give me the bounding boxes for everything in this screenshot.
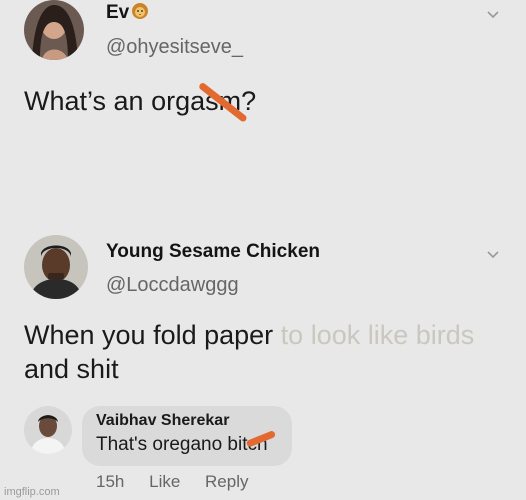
avatar-ev[interactable] [24,0,84,60]
author-name[interactable]: Young Sesame Chicken [106,241,320,263]
author-handle[interactable]: @Loccdawggg [106,274,239,297]
watermark: imgflip.com [4,486,60,498]
comment-avatar-image [24,406,72,454]
comment-timestamp: 15h [96,472,125,491]
chevron-down-icon[interactable] [486,248,500,262]
like-button[interactable]: Like [149,472,180,491]
author-name[interactable]: Ev [106,2,149,26]
chevron-down-icon[interactable] [486,8,500,22]
comment-actions: 15h Like Reply [96,472,269,492]
avatar-ev-image [24,0,84,60]
tweet-text-faded: to look like birds [280,320,475,350]
comment-author-name[interactable]: Vaibhav Sherekar [96,412,278,430]
author-name-text: Ev [106,2,130,23]
author-handle[interactable]: @ohyesitseve_ [106,36,243,59]
comment-avatar[interactable] [24,406,72,454]
tweet-text-line-2: and shit [24,354,119,384]
avatar-ysc-image [24,235,88,299]
tweet-text-part-1: When you fold paper [24,320,281,350]
lion-face-icon [131,2,149,26]
tweet-text: When you fold paper to look like birds a… [24,318,514,386]
avatar-young-sesame-chicken[interactable] [24,235,88,299]
reply-button[interactable]: Reply [205,472,248,491]
